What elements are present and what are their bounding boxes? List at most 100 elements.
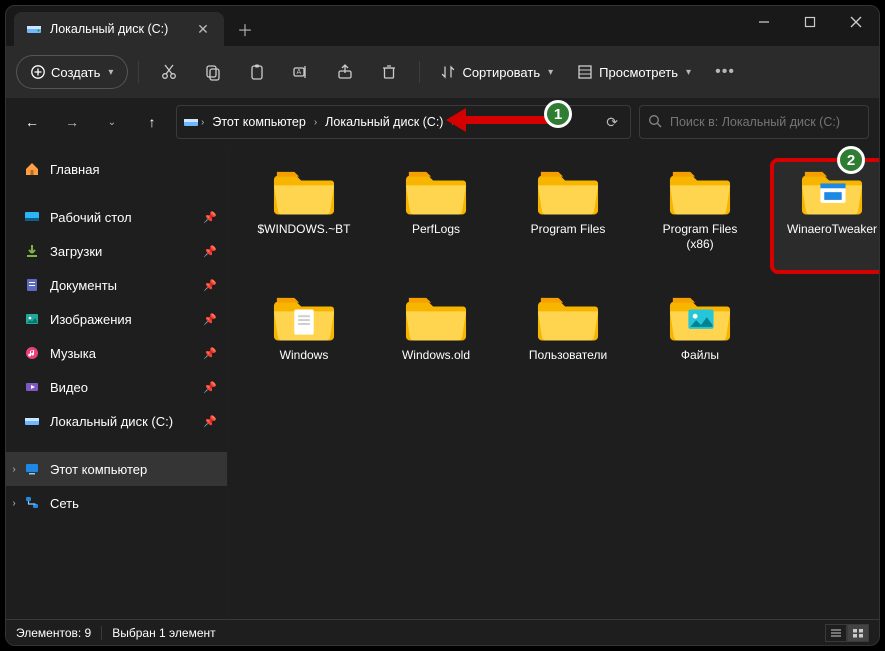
folder-label: WinaeroTweaker (787, 222, 877, 237)
sidebar-network[interactable]: › Сеть (6, 486, 227, 520)
desktop-icon (24, 209, 40, 225)
plus-icon (31, 65, 45, 79)
sidebar: Главная Рабочий стол 📌 Загрузки 📌 Докуме… (6, 146, 228, 619)
sidebar-item-music[interactable]: Музыка 📌 (6, 336, 227, 370)
sort-button[interactable]: Сортировать ▾ (430, 55, 563, 89)
drive-icon (24, 413, 40, 429)
folder-item[interactable]: WinaeroTweaker (772, 160, 879, 272)
download-icon (24, 243, 40, 259)
cut-button[interactable] (149, 55, 189, 89)
share-button[interactable] (325, 55, 365, 89)
folder-item[interactable]: Windows (244, 286, 364, 398)
sidebar-item-downloads[interactable]: Загрузки 📌 (6, 234, 227, 268)
folder-label: Program Files (x86) (663, 222, 738, 252)
sidebar-item-documents[interactable]: Документы 📌 (6, 268, 227, 302)
home-icon (24, 161, 40, 177)
folder-item[interactable]: Program Files (x86) (640, 160, 760, 272)
create-button[interactable]: Создать ▾ (16, 55, 128, 89)
chevron-down-icon: ▾ (686, 67, 691, 78)
view-button[interactable]: Просмотреть ▾ (567, 55, 701, 89)
drive-icon (26, 21, 42, 37)
expand-icon[interactable]: › (8, 464, 20, 475)
refresh-button[interactable]: ⟳ (600, 114, 624, 131)
sidebar-item-pictures[interactable]: Изображения 📌 (6, 302, 227, 336)
sidebar-item-label: Сеть (50, 496, 79, 511)
folder-label: PerfLogs (412, 222, 460, 237)
sidebar-item-videos[interactable]: Видео 📌 (6, 370, 227, 404)
sidebar-home[interactable]: Главная (6, 152, 227, 186)
folder-item[interactable]: $WINDOWS.~BT (244, 160, 364, 272)
back-button[interactable]: ← (16, 106, 48, 138)
folder-icon (669, 292, 731, 342)
folder-label: $WINDOWS.~BT (257, 222, 350, 237)
toolbar: Создать ▾ A Сортировать ▾ Просмотреть ▾ … (6, 46, 879, 98)
folder-item[interactable]: PerfLogs (376, 160, 496, 272)
pin-icon: 📌 (203, 313, 217, 326)
delete-button[interactable] (369, 55, 409, 89)
status-count: Элементов: 9 (16, 626, 91, 640)
sidebar-item-label: Документы (50, 278, 117, 293)
folder-icon (669, 166, 731, 216)
maximize-button[interactable] (787, 6, 833, 38)
tab-title: Локальный диск (C:) (50, 22, 186, 36)
paste-icon (248, 63, 266, 81)
copy-button[interactable] (193, 55, 233, 89)
folder-label: Файлы (681, 348, 719, 363)
recent-button[interactable]: ⌄ (96, 106, 128, 138)
content-area[interactable]: 2 $WINDOWS.~BT PerfLogs Program Files Pr… (228, 146, 879, 619)
pin-icon: 📌 (203, 381, 217, 394)
view-icons-button[interactable] (847, 624, 869, 642)
annotation-badge-2: 2 (837, 146, 865, 174)
pc-icon (24, 461, 40, 477)
tab-current[interactable]: Локальный диск (C:) ✕ (14, 12, 224, 46)
drive-icon (183, 114, 199, 130)
folder-label: Пользователи (529, 348, 607, 363)
tab-close-button[interactable]: ✕ (194, 21, 212, 38)
more-button[interactable]: ••• (705, 55, 745, 89)
view-details-button[interactable] (825, 624, 847, 642)
folder-label: Windows (280, 348, 329, 363)
folder-icon (405, 166, 467, 216)
sidebar-item-desktop[interactable]: Рабочий стол 📌 (6, 200, 227, 234)
titlebar: Локальный диск (C:) ✕ ＋ (6, 6, 879, 46)
search-box[interactable] (639, 105, 869, 139)
documents-icon (24, 277, 40, 293)
folder-item[interactable]: Windows.old (376, 286, 496, 398)
breadcrumb-segment[interactable]: Локальный диск (C:) (319, 115, 449, 129)
minimize-button[interactable] (741, 6, 787, 38)
pictures-icon (24, 311, 40, 327)
forward-button[interactable]: → (56, 106, 88, 138)
cut-icon (160, 63, 178, 81)
view-icon (577, 64, 593, 80)
folder-icon (405, 292, 467, 342)
folder-item[interactable]: Файлы (640, 286, 760, 398)
chevron-right-icon[interactable]: › (314, 117, 317, 128)
window-controls (741, 6, 879, 46)
network-icon (24, 495, 40, 511)
folder-item[interactable]: Program Files (508, 160, 628, 272)
close-button[interactable] (833, 6, 879, 38)
chevron-right-icon[interactable]: › (201, 117, 204, 128)
navbar: ← → ⌄ ↑ › Этот компьютер › Локальный дис… (6, 98, 879, 146)
sidebar-item-label: Рабочий стол (50, 210, 132, 225)
up-button[interactable]: ↑ (136, 106, 168, 138)
folder-item[interactable]: Пользователи (508, 286, 628, 398)
ellipsis-icon: ••• (715, 63, 735, 81)
view-toggle (825, 624, 869, 642)
sidebar-item-drive-c[interactable]: Локальный диск (C:) 📌 (6, 404, 227, 438)
expand-icon[interactable]: › (8, 498, 20, 509)
breadcrumb-segment[interactable]: Этот компьютер (206, 115, 311, 129)
search-input[interactable] (670, 115, 860, 129)
pin-icon: 📌 (203, 347, 217, 360)
sidebar-item-label: Изображения (50, 312, 132, 327)
new-tab-button[interactable]: ＋ (228, 12, 262, 46)
rename-button[interactable]: A (281, 55, 321, 89)
folder-label: Windows.old (402, 348, 470, 363)
annotation-badge-1: 1 (544, 100, 572, 128)
video-icon (24, 379, 40, 395)
folder-icon (273, 166, 335, 216)
sidebar-this-pc[interactable]: › Этот компьютер (6, 452, 227, 486)
rename-icon: A (292, 63, 310, 81)
paste-button[interactable] (237, 55, 277, 89)
body: Главная Рабочий стол 📌 Загрузки 📌 Докуме… (6, 146, 879, 619)
